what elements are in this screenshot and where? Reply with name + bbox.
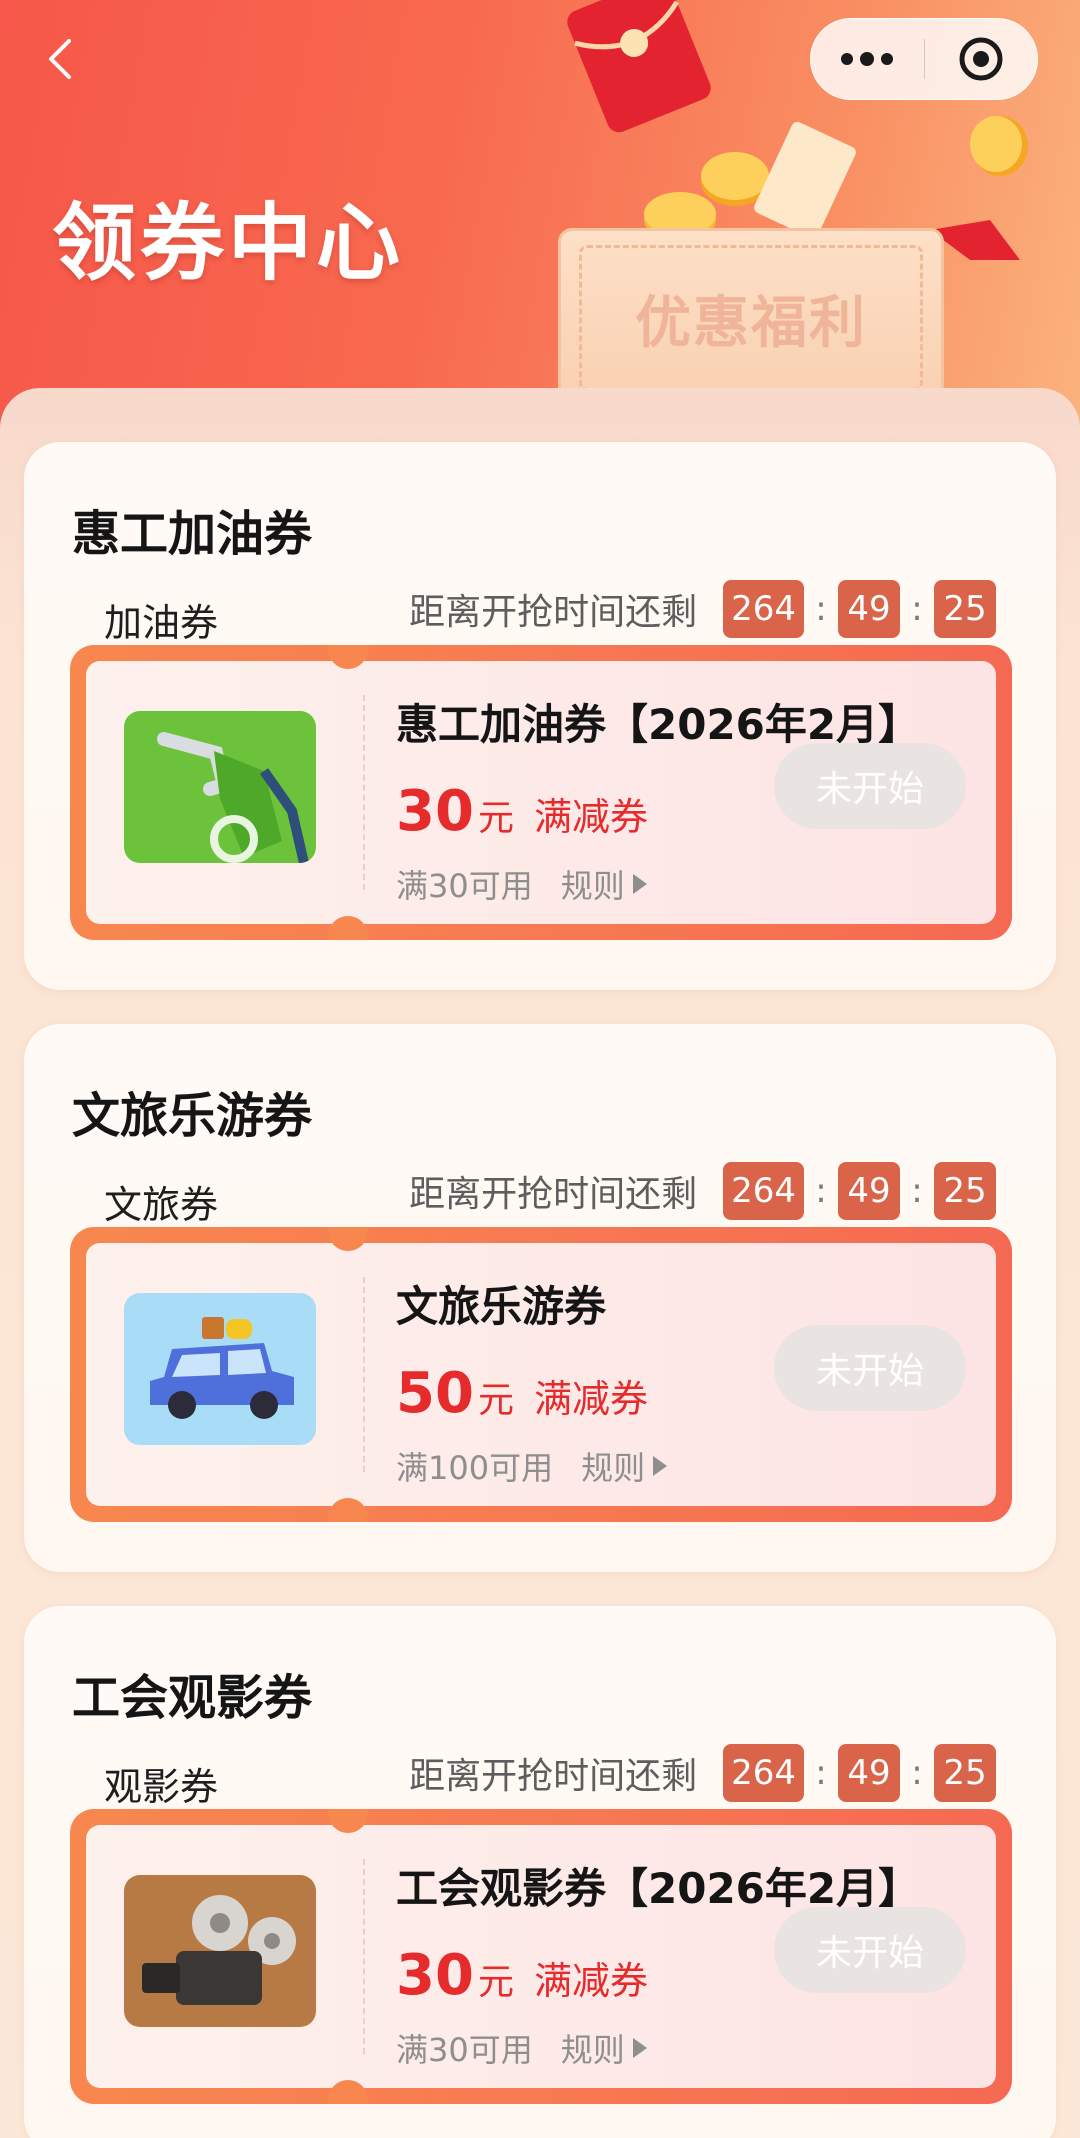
coupon-type: 满减券 (533, 1959, 648, 2003)
page-title: 领券中心 (52, 194, 405, 292)
countdown-minutes: 49 (838, 1744, 900, 1802)
countdown-label: 距离开抢时间还剩 (409, 1174, 698, 1215)
coupon-name: 文旅乐游券 (396, 1282, 607, 1331)
coupon-type: 满减券 (533, 795, 648, 839)
countdown-hours: 264 (723, 580, 804, 638)
target-circle-icon (959, 37, 1003, 81)
countdown-seconds: 25 (934, 1162, 996, 1220)
countdown-seconds: 25 (934, 1744, 996, 1802)
coupon-section-fuel: 惠工加油券 加油券 距离开抢时间还剩 264 : 49 : 25 惠工加油券【2… (24, 442, 1056, 990)
countdown-timer: 距离开抢时间还剩 264 : 49 : 25 (409, 1162, 996, 1220)
chevron-left-icon (49, 39, 71, 79)
countdown-hours: 264 (723, 1162, 804, 1220)
section-title: 惠工加油券 (72, 506, 313, 562)
section-title: 文旅乐游券 (72, 1088, 313, 1144)
rules-link[interactable]: 规则 (561, 2025, 647, 2071)
rules-link[interactable]: 规则 (561, 861, 647, 907)
rules-link[interactable]: 规则 (581, 1443, 668, 1489)
section-subtitle: 文旅券 (104, 1183, 219, 1227)
countdown-label: 距离开抢时间还剩 (409, 592, 698, 633)
usage-condition: 满30可用 (396, 867, 533, 905)
welfare-banner-text: 优惠福利 (635, 290, 867, 356)
usage-condition: 满30可用 (396, 2031, 533, 2069)
rules-label: 规则 (581, 1449, 646, 1487)
coupon-amount: 30 元 满减券 (396, 1943, 648, 2008)
main-content: 惠工加油券 加油券 距离开抢时间还剩 264 : 49 : 25 惠工加油券【2… (0, 388, 1080, 2138)
mini-program-capsule (810, 18, 1038, 100)
more-menu-button[interactable] (811, 18, 924, 100)
coupon-section-movie: 工会观影券 观影券 距离开抢时间还剩 264 : 49 : 25 工会观影券【2… (24, 1606, 1056, 2138)
film-projector-icon (124, 1875, 316, 2027)
coupon-section-travel: 文旅乐游券 文旅券 距离开抢时间还剩 264 : 49 : 25 文旅乐游券 5… (24, 1024, 1056, 1572)
coupon-ticket[interactable]: 工会观影券【2026年2月】 30 元 满减券 满30可用 规则 未开始 (70, 1809, 1012, 2104)
close-mini-program-button[interactable] (924, 18, 1037, 100)
amount-unit: 元 (477, 1380, 514, 1421)
amount-unit: 元 (477, 1962, 514, 2003)
rules-label: 规则 (560, 2031, 625, 2069)
countdown-seconds: 25 (934, 580, 996, 638)
countdown-timer: 距离开抢时间还剩 264 : 49 : 25 (409, 580, 996, 638)
amount-value: 30 (396, 1943, 474, 2008)
amount-value: 50 (396, 1361, 474, 1426)
caret-right-icon (653, 1456, 668, 1476)
back-button[interactable] (40, 34, 80, 84)
coupon-amount: 30 元 满减券 (396, 779, 648, 844)
not-started-button[interactable]: 未开始 (774, 1325, 966, 1411)
section-subtitle: 加油券 (104, 601, 219, 645)
coupon-ticket[interactable]: 文旅乐游券 50 元 满减券 满100可用 规则 未开始 (70, 1227, 1012, 1522)
amount-value: 30 (396, 779, 474, 844)
coupon-type: 满减券 (533, 1377, 648, 1421)
not-started-button[interactable]: 未开始 (774, 1907, 966, 1993)
coupon-ticket[interactable]: 惠工加油券【2026年2月】 30 元 满减券 满30可用 规则 未开始 (70, 645, 1012, 940)
caret-right-icon (632, 2038, 647, 2058)
countdown-hours: 264 (723, 1744, 804, 1802)
countdown-minutes: 49 (838, 580, 900, 638)
amount-unit: 元 (477, 798, 514, 839)
coupon-amount: 50 元 满减券 (396, 1361, 648, 1426)
countdown-label: 距离开抢时间还剩 (409, 1756, 698, 1797)
countdown-minutes: 49 (838, 1162, 900, 1220)
fuel-nozzle-icon (124, 711, 316, 863)
caret-right-icon (632, 874, 647, 894)
not-started-button[interactable]: 未开始 (774, 743, 966, 829)
more-dots-icon (841, 52, 894, 66)
section-subtitle: 观影券 (104, 1765, 219, 1809)
countdown-timer: 距离开抢时间还剩 264 : 49 : 25 (409, 1744, 996, 1802)
section-title: 工会观影券 (72, 1670, 313, 1726)
welfare-banner: 优惠福利 (558, 228, 944, 408)
usage-condition: 满100可用 (396, 1449, 554, 1487)
rules-label: 规则 (560, 867, 625, 905)
travel-car-icon (124, 1293, 316, 1445)
